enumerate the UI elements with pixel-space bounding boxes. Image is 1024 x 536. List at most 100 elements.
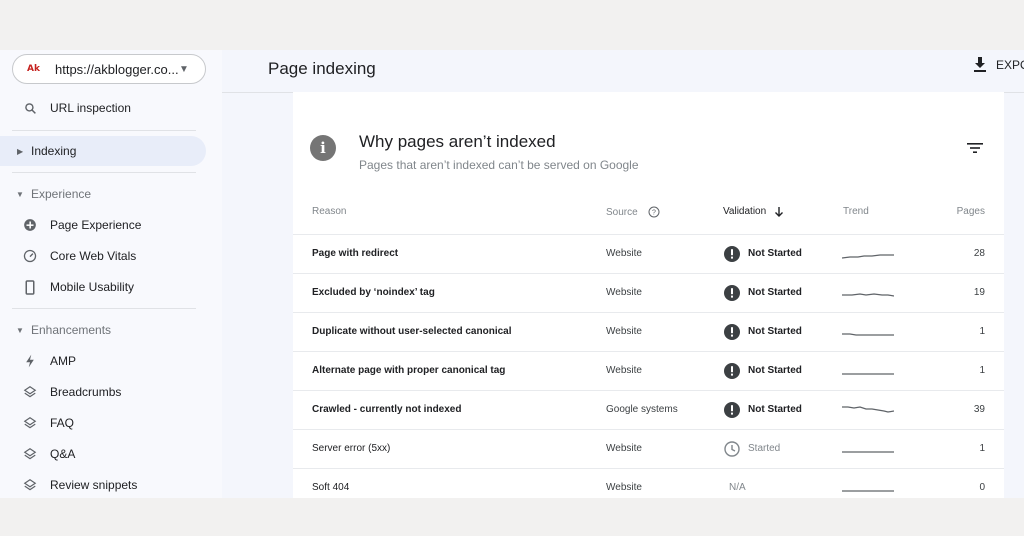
trend-sparkline [842,490,894,492]
sidebar-item-label: Mobile Usability [50,280,135,294]
svg-text:?: ? [652,210,656,217]
validation-status: Not Started [748,365,802,376]
export-button[interactable]: EXPO [972,56,1024,74]
sidebar-item-label: FAQ [50,416,75,430]
validation-status: Not Started [748,287,802,298]
divider [12,308,196,309]
expand-arrow-icon: ▶ [17,146,24,156]
search-console-app: Ak https://akblogger.co... ▼ URL inspect… [0,50,1024,498]
sidebar-item-url-inspection[interactable]: URL inspection [0,93,206,123]
column-header-trend[interactable]: Trend [843,206,869,217]
site-logo: Ak [27,64,40,74]
layers-icon [22,384,38,400]
validation-status: Not Started [748,404,802,415]
source-cell: Website [606,365,642,376]
card-subtitle: Pages that aren’t indexed can’t be serve… [359,158,639,172]
sidebar-item-page-experience[interactable]: Page Experience [0,210,206,240]
sidebar-item-label: Indexing [31,144,77,158]
speedometer-icon [22,248,38,264]
not-indexed-card: i Why pages aren’t indexed Pages that ar… [293,92,1004,498]
table-row[interactable]: Duplicate without user-selected canonica… [293,313,1004,352]
sidebar-item-review-snippets[interactable]: Review snippets [0,470,206,498]
sidebar-item-label: Page Experience [50,218,142,232]
source-cell: Website [606,287,642,298]
table-row[interactable]: Server error (5xx) Website Started 1 [293,430,1004,469]
help-icon[interactable]: ? [648,206,660,218]
table-row[interactable]: Page with redirect Website Not Started 2… [293,235,1004,274]
collapse-arrow-icon: ▼ [16,189,24,199]
pages-cell: 28 [973,248,985,259]
trend-sparkline [842,406,894,413]
table-row[interactable]: Excluded by ‘noindex’ tag Website Not St… [293,274,1004,313]
sidebar-item-label: Breadcrumbs [50,385,122,399]
card-title: Why pages aren’t indexed [359,132,556,151]
sidebar-item-label: Review snippets [50,478,138,492]
sidebar-item-qa[interactable]: Q&A [0,439,206,469]
pages-cell: 39 [973,404,985,415]
sidebar-item-label: AMP [50,354,77,368]
sidebar-item-label: Q&A [50,447,76,461]
trend-sparkline [842,333,894,336]
pages-cell: 0 [979,482,985,493]
pages-cell: 1 [979,326,985,337]
reason-cell: Page with redirect [312,248,399,259]
property-url: https://akblogger.co... [55,61,179,77]
layers-icon [22,415,38,431]
source-cell: Website [606,443,642,454]
clock-icon [724,441,740,457]
column-header-reason[interactable]: Reason [312,206,346,217]
section-label: Experience [31,187,92,201]
section-label: Enhancements [31,323,112,337]
source-cell: Website [606,248,642,259]
column-header-validation[interactable]: Validation [723,206,784,217]
sidebar-item-label: Core Web Vitals [50,249,137,263]
exclamation-circle-icon [724,324,740,340]
trend-sparkline [842,293,894,297]
sidebar-item-indexing[interactable]: ▶ Indexing [0,136,206,166]
layers-icon [22,477,38,493]
plus-circle-icon [22,217,38,233]
info-icon: i [310,135,336,161]
table-row[interactable]: Crawled - currently not indexed Google s… [293,391,1004,430]
sidebar-item-mobile-usability[interactable]: Mobile Usability [0,272,206,302]
caret-down-icon: ▼ [179,63,189,75]
pages-cell: 1 [979,365,985,376]
table-row[interactable]: Alternate page with proper canonical tag… [293,352,1004,391]
search-icon [22,100,38,116]
reason-cell: Excluded by ‘noindex’ tag [312,287,435,298]
trend-sparkline [842,451,894,453]
column-header-source[interactable]: Source ? [606,206,660,218]
section-enhancements[interactable]: ▼ Enhancements [0,319,206,341]
column-header-pages[interactable]: Pages [957,206,985,217]
sidebar-item-core-web-vitals[interactable]: Core Web Vitals [0,241,206,271]
trend-sparkline [842,254,894,259]
layers-icon [22,446,38,462]
sidebar-item-breadcrumbs[interactable]: Breadcrumbs [0,377,206,407]
download-icon [974,57,986,72]
reason-cell: Alternate page with proper canonical tag [312,365,506,376]
table-row[interactable]: Soft 404 Website N/A 0 [293,469,1004,498]
sort-arrow-down-icon [775,206,784,217]
divider [12,172,196,173]
sidebar-item-label: URL inspection [50,101,131,115]
sidebar-item-faq[interactable]: FAQ [0,408,206,438]
sidebar-item-amp[interactable]: AMP [0,346,206,376]
filter-icon[interactable] [967,142,983,154]
source-cell: Website [606,326,642,337]
validation-status: Not Started [748,248,802,259]
validation-status: N/A [729,482,746,493]
validation-status: Not Started [748,326,802,337]
trend-sparkline [842,373,894,375]
source-cell: Website [606,482,642,493]
validation-status: Started [748,443,781,454]
export-label: EXPO [996,58,1024,72]
page-header: Page indexing EXPO [222,50,1024,93]
exclamation-circle-icon [724,285,740,301]
reason-cell: Server error (5xx) [312,443,391,454]
exclamation-circle-icon [724,363,740,379]
lightning-icon [22,353,38,369]
section-experience[interactable]: ▼ Experience [0,183,206,205]
source-cell: Google systems [606,404,678,415]
property-selector[interactable]: Ak https://akblogger.co... ▼ [12,54,206,84]
page-title: Page indexing [268,59,376,78]
